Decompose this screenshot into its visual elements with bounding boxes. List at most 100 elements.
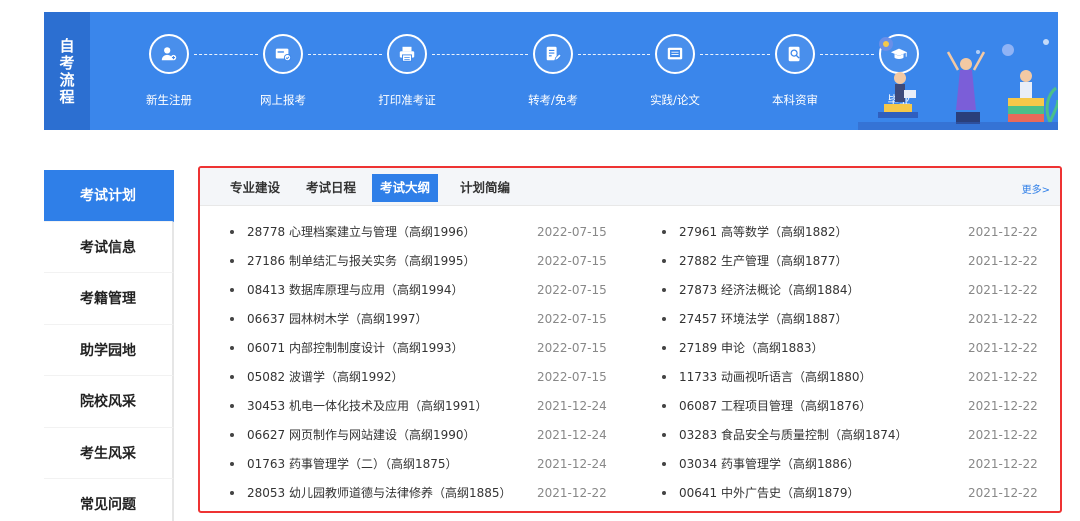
bullet-icon xyxy=(230,404,234,408)
sidenav-item-exam-info[interactable]: 考试信息 xyxy=(44,221,174,273)
list-item-title[interactable]: 06087 工程项目管理（高纲1876） xyxy=(679,392,872,421)
step-new-registration[interactable]: 新生注册 xyxy=(124,34,214,108)
bullet-icon xyxy=(662,317,666,321)
sidenav-item-label: 考籍管理 xyxy=(80,291,136,308)
list-item-date: 2021-12-22 xyxy=(968,341,1038,355)
list-item[interactable]: 27186 制单结汇与报关实务（高纲1995） 2022-07-15 xyxy=(230,247,610,276)
list-item-title[interactable]: 27961 高等数学（高纲1882） xyxy=(679,218,848,247)
list-item[interactable]: 08413 数据库原理与应用（高纲1994） 2022-07-15 xyxy=(230,276,610,305)
list-item-date: 2021-12-22 xyxy=(968,457,1038,471)
step-online-register[interactable]: 网上报考 xyxy=(238,34,328,108)
card-check-icon xyxy=(263,34,303,74)
step-practice-thesis[interactable]: 实践/论文 xyxy=(630,34,720,108)
sidenav-item-faq[interactable]: 常见问题 xyxy=(44,479,174,521)
list-item[interactable]: 05082 波谱学（高纲1992） 2022-07-15 xyxy=(230,363,610,392)
banner-label-char: 流 xyxy=(59,71,75,89)
list-item-title[interactable]: 30453 机电一体化技术及应用（高纲1991） xyxy=(247,392,488,421)
list-item-date: 2021-12-22 xyxy=(968,312,1038,326)
list-item[interactable]: 06087 工程项目管理（高纲1876） 2021-12-22 xyxy=(662,392,1042,421)
step-label: 打印准考证 xyxy=(378,93,436,107)
list-item[interactable]: 27882 生产管理（高纲1877） 2021-12-22 xyxy=(662,247,1042,276)
list-item-title[interactable]: 08413 数据库原理与应用（高纲1994） xyxy=(247,276,464,305)
bullet-icon xyxy=(662,404,666,408)
bullet-icon xyxy=(662,259,666,263)
side-navigation: 考试计划 考试信息 考籍管理 助学园地 院校风采 考生风采 常见问题 xyxy=(44,170,174,521)
list-item-title[interactable]: 27457 环境法学（高纲1887） xyxy=(679,305,848,334)
list-item-date: 2021-12-22 xyxy=(968,254,1038,268)
list-item[interactable]: 27457 环境法学（高纲1887） 2021-12-22 xyxy=(662,305,1042,334)
bullet-icon xyxy=(662,433,666,437)
process-banner: 自 考 流 程 新生注册 网上报考 打印准考证 转考/免考 实践/论文 本科资审 xyxy=(44,12,1058,130)
list-item-date: 2022-07-15 xyxy=(537,254,607,268)
banner-label-char: 程 xyxy=(59,88,75,106)
sidenav-item-label: 助学园地 xyxy=(80,342,136,359)
list-item[interactable]: 06637 园林树木学（高纲1997） 2022-07-15 xyxy=(230,305,610,334)
search-document-icon xyxy=(775,34,815,74)
list-item[interactable]: 28053 幼儿园教师道德与法律修养（高纲1885） 2021-12-22 xyxy=(230,479,610,508)
sidenav-item-registry-management[interactable]: 考籍管理 xyxy=(44,273,174,325)
list-item[interactable]: 30453 机电一体化技术及应用（高纲1991） 2021-12-24 xyxy=(230,392,610,421)
step-print-admission[interactable]: 打印准考证 xyxy=(362,34,452,108)
list-item-title[interactable]: 28053 幼儿园教师道德与法律修养（高纲1885） xyxy=(247,479,512,508)
banner-label: 自 考 流 程 xyxy=(44,12,90,130)
list-item-title[interactable]: 03034 药事管理学（高纲1886） xyxy=(679,450,860,479)
bullet-icon xyxy=(662,346,666,350)
list-item-title[interactable]: 05082 波谱学（高纲1992） xyxy=(247,363,404,392)
list-item-title[interactable]: 06637 园林树木学（高纲1997） xyxy=(247,305,428,334)
tab-bar: 专业建设 考试日程 考试大纲 计划简编 更多> xyxy=(200,168,1060,206)
list-item-title[interactable]: 11733 动画视听语言（高纲1880） xyxy=(679,363,872,392)
step-label: 本科资审 xyxy=(772,93,818,107)
list-item-date: 2021-12-22 xyxy=(968,370,1038,384)
list-item-title[interactable]: 06627 网页制作与网站建设（高纲1990） xyxy=(247,421,476,450)
paper-icon xyxy=(655,34,695,74)
list-item-date: 2021-12-22 xyxy=(968,486,1038,500)
bullet-icon xyxy=(230,462,234,466)
list-item-title[interactable]: 27186 制单结汇与报关实务（高纲1995） xyxy=(247,247,476,276)
list-item[interactable]: 06071 内部控制制度设计（高纲1993） 2022-07-15 xyxy=(230,334,610,363)
step-undergrad-review[interactable]: 本科资审 xyxy=(750,34,840,108)
tab-major-construction[interactable]: 专业建设 xyxy=(222,174,288,202)
list-item[interactable]: 28778 心理档案建立与管理（高纲1996） 2022-07-15 xyxy=(230,218,610,247)
bullet-icon xyxy=(230,288,234,292)
list-item[interactable]: 06627 网页制作与网站建设（高纲1990） 2021-12-24 xyxy=(230,421,610,450)
sidenav-item-exam-plan[interactable]: 考试计划 xyxy=(44,170,174,222)
list-item-title[interactable]: 28778 心理档案建立与管理（高纲1996） xyxy=(247,218,476,247)
list-item-title[interactable]: 27882 生产管理（高纲1877） xyxy=(679,247,848,276)
more-link[interactable]: 更多> xyxy=(1022,181,1050,196)
sidenav-item-label: 院校风采 xyxy=(80,394,136,411)
tab-exam-schedule[interactable]: 考试日程 xyxy=(298,174,364,202)
bullet-icon xyxy=(230,433,234,437)
syllabus-list-left: 28778 心理档案建立与管理（高纲1996） 2022-07-15 27186 … xyxy=(230,218,610,508)
sidenav-item-study-assistance[interactable]: 助学园地 xyxy=(44,324,174,376)
list-item[interactable]: 27873 经济法概论（高纲1884） 2021-12-22 xyxy=(662,276,1042,305)
sidenav-item-label: 考试计划 xyxy=(80,188,136,205)
list-item-title[interactable]: 03283 食品安全与质量控制（高纲1874） xyxy=(679,421,908,450)
bullet-icon xyxy=(230,259,234,263)
list-item-date: 2022-07-15 xyxy=(537,312,607,326)
list-item-date: 2021-12-24 xyxy=(537,399,607,413)
list-item-date: 2021-12-22 xyxy=(968,399,1038,413)
tab-plan-compilation[interactable]: 计划简编 xyxy=(452,174,518,202)
printer-icon xyxy=(387,34,427,74)
list-item[interactable]: 11733 动画视听语言（高纲1880） 2021-12-22 xyxy=(662,363,1042,392)
list-item-title[interactable]: 27873 经济法概论（高纲1884） xyxy=(679,276,860,305)
list-item[interactable]: 03283 食品安全与质量控制（高纲1874） 2021-12-22 xyxy=(662,421,1042,450)
list-item[interactable]: 27189 申论（高纲1883） 2021-12-22 xyxy=(662,334,1042,363)
tab-exam-syllabus[interactable]: 考试大纲 xyxy=(372,174,439,202)
list-item-date: 2022-07-15 xyxy=(537,370,607,384)
list-item-title[interactable]: 01763 药事管理学（二）（高纲1875） xyxy=(247,450,458,479)
list-item-title[interactable]: 00641 中外广告史（高纲1879） xyxy=(679,479,860,508)
banner-label-char: 考 xyxy=(59,54,75,72)
step-transfer-exempt[interactable]: 转考/免考 xyxy=(508,34,598,108)
list-item[interactable]: 00641 中外广告史（高纲1879） 2021-12-22 xyxy=(662,479,1042,508)
list-item[interactable]: 03034 药事管理学（高纲1886） 2021-12-22 xyxy=(662,450,1042,479)
sidenav-item-student-showcase[interactable]: 考生风采 xyxy=(44,427,174,479)
list-item-title[interactable]: 06071 内部控制制度设计（高纲1993） xyxy=(247,334,464,363)
list-item[interactable]: 27961 高等数学（高纲1882） 2021-12-22 xyxy=(662,218,1042,247)
list-item[interactable]: 01763 药事管理学（二）（高纲1875） 2021-12-24 xyxy=(230,450,610,479)
list-item-date: 2021-12-22 xyxy=(968,225,1038,239)
sidenav-item-college-showcase[interactable]: 院校风采 xyxy=(44,376,174,428)
step-label: 网上报考 xyxy=(260,93,306,107)
list-item-title[interactable]: 27189 申论（高纲1883） xyxy=(679,334,824,363)
document-edit-icon xyxy=(533,34,573,74)
